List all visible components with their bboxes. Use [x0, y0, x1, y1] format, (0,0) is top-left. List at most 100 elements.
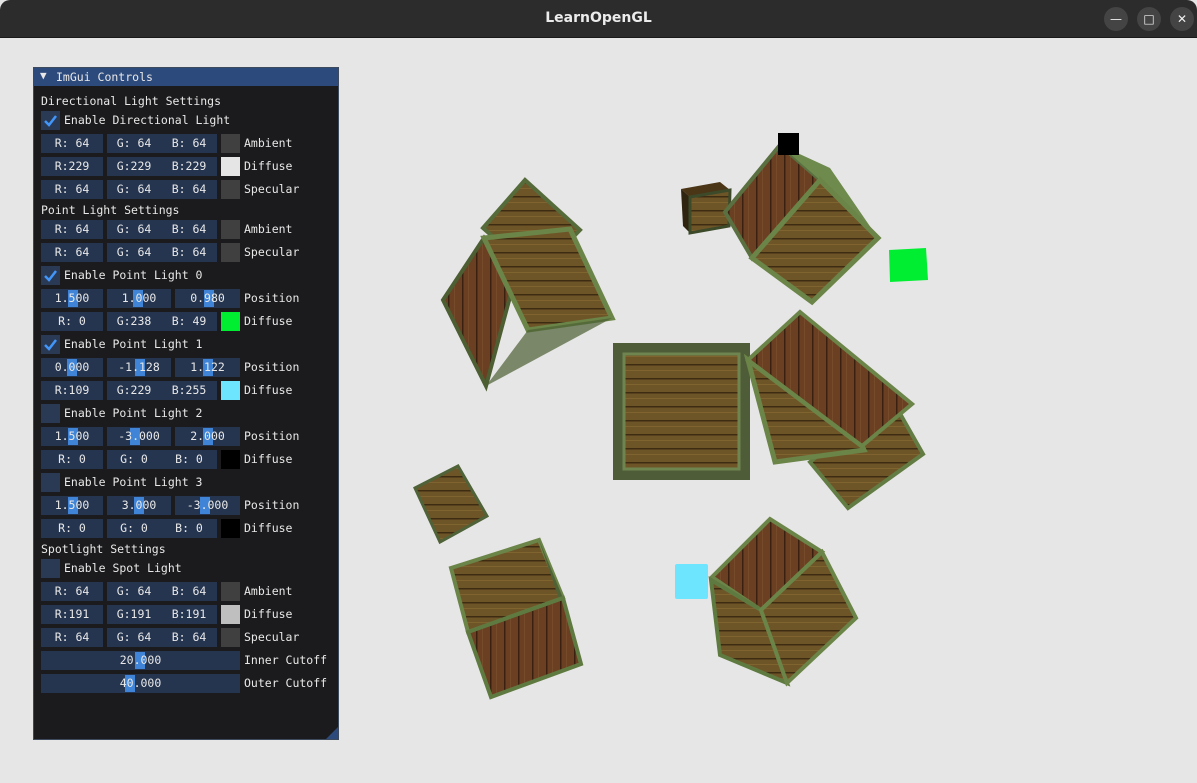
point-light-1-diffuse-row: R:109 G:229 B:255 Diffuse	[41, 381, 336, 400]
maximize-button[interactable]: □	[1137, 7, 1161, 31]
directional-checkbox[interactable]	[41, 111, 60, 130]
specular-g-field[interactable]: G: 64	[107, 243, 161, 262]
specular-color-swatch[interactable]	[221, 180, 240, 199]
ambient-color-swatch[interactable]	[221, 134, 240, 153]
ambient-color-swatch[interactable]	[221, 220, 240, 239]
position-z-slider[interactable]: -3.000	[175, 496, 240, 515]
diffuse-g-field[interactable]: G:229	[107, 157, 161, 176]
ambient-r-field[interactable]: R: 64	[41, 582, 103, 601]
diffuse-color-swatch[interactable]	[221, 381, 240, 400]
spot-light-checkbox[interactable]	[41, 559, 60, 578]
position-z-slider[interactable]: 0.980	[175, 289, 240, 308]
position-z-slider[interactable]: 1.122	[175, 358, 240, 377]
position-x-slider[interactable]: 1.500	[41, 289, 103, 308]
point-light-2-checkbox[interactable]	[41, 404, 60, 423]
diffuse-r-field[interactable]: R: 0	[41, 312, 103, 331]
ambient-color-swatch[interactable]	[221, 582, 240, 601]
diffuse-r-field[interactable]: R:191	[41, 605, 103, 624]
diffuse-r-field[interactable]: R: 0	[41, 450, 103, 469]
point-light-3-position-row: 1.500 3.000 -3.000 Position	[41, 496, 336, 515]
point-light-3-label: Enable Point Light 3	[64, 475, 203, 489]
imgui-controls-window[interactable]: ▼ ImGui Controls Directional Light Setti…	[33, 67, 339, 740]
position-x-slider[interactable]: 1.500	[41, 496, 103, 515]
ambient-r-field[interactable]: R: 64	[41, 134, 103, 153]
diffuse-g-field[interactable]: G: 0	[107, 519, 161, 538]
close-button[interactable]: ✕	[1170, 7, 1194, 31]
diffuse-color-swatch[interactable]	[221, 312, 240, 331]
diffuse-r-field[interactable]: R:229	[41, 157, 103, 176]
directional-enable-label: Enable Directional Light	[64, 113, 231, 127]
diffuse-b-field[interactable]: B: 0	[161, 450, 217, 469]
ambient-b-field[interactable]: B: 64	[161, 582, 217, 601]
specular-r-field[interactable]: R: 64	[41, 628, 103, 647]
diffuse-label: Diffuse	[244, 159, 293, 173]
diffuse-g-field[interactable]: G: 0	[107, 450, 161, 469]
resize-grip[interactable]	[326, 727, 338, 739]
ambient-b-field[interactable]: B: 64	[161, 220, 217, 239]
point-light-2-label: Enable Point Light 2	[64, 406, 203, 420]
enable-point-light-2[interactable]: Enable Point Light 2	[41, 404, 336, 423]
specular-color-swatch[interactable]	[221, 628, 240, 647]
diffuse-color-swatch[interactable]	[221, 450, 240, 469]
position-z-slider[interactable]: 2.000	[175, 427, 240, 446]
position-x-slider[interactable]: 1.500	[41, 427, 103, 446]
point-light-1-checkbox[interactable]	[41, 335, 60, 354]
ambient-g-field[interactable]: G: 64	[107, 220, 161, 239]
specular-g-field[interactable]: G: 64	[107, 628, 161, 647]
specular-b-field[interactable]: B: 64	[161, 243, 217, 262]
diffuse-r-field[interactable]: R: 0	[41, 519, 103, 538]
ambient-b-field[interactable]: B: 64	[161, 134, 217, 153]
point-light-2-position-row: 1.500 -3.000 2.000 Position	[41, 427, 336, 446]
ambient-label: Ambient	[244, 222, 293, 236]
position-y-slider[interactable]: 1.000	[107, 289, 171, 308]
point-light-0-checkbox[interactable]	[41, 266, 60, 285]
point-light-2-diffuse-row: R: 0 G: 0 B: 0 Diffuse	[41, 450, 336, 469]
point-ambient-row: R: 64 G: 64 B: 64 Ambient	[41, 220, 336, 239]
position-y-slider[interactable]: 3.000	[107, 496, 171, 515]
specular-color-swatch[interactable]	[221, 243, 240, 262]
diffuse-g-field[interactable]: G:229	[107, 381, 161, 400]
position-y-slider[interactable]: -1.128	[107, 358, 171, 377]
ambient-g-field[interactable]: G: 64	[107, 582, 161, 601]
enable-directional-light[interactable]: Enable Directional Light	[41, 111, 336, 130]
maximize-icon: □	[1143, 12, 1155, 26]
light-cube-cyan	[675, 564, 708, 599]
point-light-3-checkbox[interactable]	[41, 473, 60, 492]
diffuse-color-swatch[interactable]	[221, 605, 240, 624]
diffuse-b-field[interactable]: B: 49	[161, 312, 217, 331]
enable-point-light-1[interactable]: Enable Point Light 1	[41, 335, 336, 354]
spot-diffuse-row: R:191 G:191 B:191 Diffuse	[41, 605, 336, 624]
enable-point-light-3[interactable]: Enable Point Light 3	[41, 473, 336, 492]
ambient-g-field[interactable]: G: 64	[107, 134, 161, 153]
point-light-1-position-row: 0.000 -1.128 1.122 Position	[41, 358, 336, 377]
specular-r-field[interactable]: R: 64	[41, 243, 103, 262]
specular-label: Specular	[244, 182, 300, 196]
enable-point-light-0[interactable]: Enable Point Light 0	[41, 266, 336, 285]
ambient-r-field[interactable]: R: 64	[41, 220, 103, 239]
position-y-slider[interactable]: -3.000	[107, 427, 171, 446]
position-x-slider[interactable]: 0.000	[41, 358, 103, 377]
specular-b-field[interactable]: B: 64	[161, 180, 217, 199]
minimize-button[interactable]: —	[1104, 7, 1128, 31]
diffuse-b-field[interactable]: B:255	[161, 381, 217, 400]
diffuse-g-field[interactable]: G:191	[107, 605, 161, 624]
specular-g-field[interactable]: G: 64	[107, 180, 161, 199]
ambient-label: Ambient	[244, 584, 293, 598]
outer-cutoff-slider[interactable]: 40.000	[41, 674, 240, 693]
diffuse-color-swatch[interactable]	[221, 519, 240, 538]
position-label: Position	[244, 360, 300, 374]
specular-b-field[interactable]: B: 64	[161, 628, 217, 647]
panel-titlebar[interactable]: ▼ ImGui Controls	[34, 68, 338, 86]
collapse-arrow-icon[interactable]: ▼	[40, 69, 47, 82]
window-titlebar[interactable]: LearnOpenGL — □ ✕	[0, 0, 1197, 38]
diffuse-b-field[interactable]: B:191	[161, 605, 217, 624]
specular-r-field[interactable]: R: 64	[41, 180, 103, 199]
inner-cutoff-slider[interactable]: 20.000	[41, 651, 240, 670]
diffuse-g-field[interactable]: G:238	[107, 312, 161, 331]
diffuse-r-field[interactable]: R:109	[41, 381, 103, 400]
container-cube	[722, 142, 882, 306]
diffuse-b-field[interactable]: B:229	[161, 157, 217, 176]
enable-spot-light[interactable]: Enable Spot Light	[41, 559, 336, 578]
diffuse-b-field[interactable]: B: 0	[161, 519, 217, 538]
diffuse-color-swatch[interactable]	[221, 157, 240, 176]
